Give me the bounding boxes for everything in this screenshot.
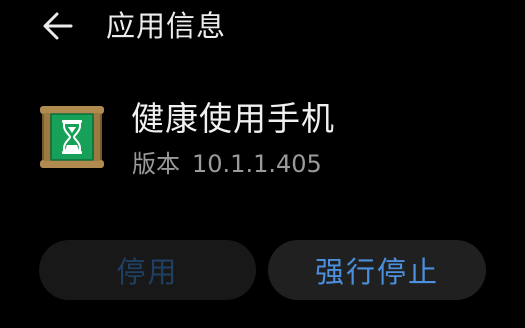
app-icon [40, 104, 104, 170]
arrow-left-icon [41, 9, 75, 43]
version-label: 版本 [132, 150, 180, 178]
force-stop-button[interactable]: 强行停止 [268, 240, 486, 300]
back-button[interactable] [36, 6, 80, 46]
app-name: 健康使用手机 [131, 99, 335, 138]
app-version: 版本 10.1.1.405 [132, 147, 322, 181]
hourglass-icon [40, 106, 104, 174]
version-value: 10.1.1.405 [192, 150, 322, 178]
app-info-screen: 应用信息 健康使用手机 版本 10.1.1.405 停用 强行停止 [0, 0, 525, 328]
page-title: 应用信息 [106, 9, 227, 43]
disable-button[interactable]: 停用 [39, 240, 256, 300]
